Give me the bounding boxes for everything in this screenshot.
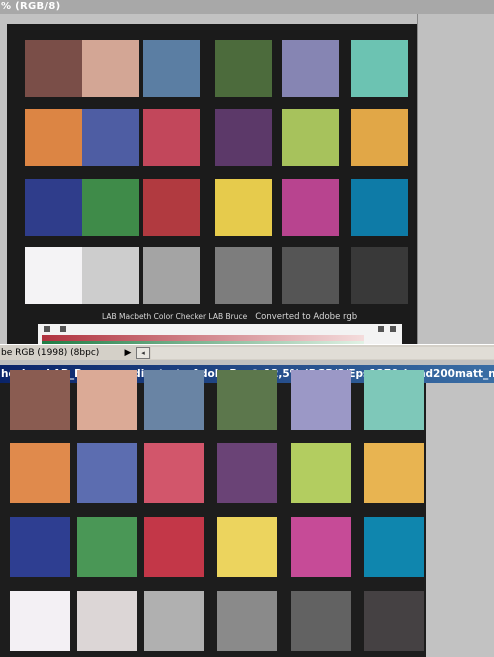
back-image-frame: LAB Macbeth Color Checker LAB Bruce Conve… [7, 24, 417, 347]
color-swatch [82, 247, 139, 304]
color-swatch [217, 591, 277, 651]
color-swatch [351, 109, 408, 166]
color-swatch [364, 443, 424, 503]
color-swatch [364, 591, 424, 651]
color-swatch [215, 40, 272, 97]
color-swatch [215, 179, 272, 236]
color-swatch [282, 247, 339, 304]
color-swatch [291, 370, 351, 430]
color-swatch [291, 517, 351, 577]
color-swatch [364, 370, 424, 430]
registration-mark [378, 326, 384, 332]
back-window-title: % (RGB/8) [1, 1, 61, 12]
color-swatch [143, 40, 200, 97]
color-swatch [215, 109, 272, 166]
color-swatch [364, 517, 424, 577]
color-swatch [217, 517, 277, 577]
color-swatch [25, 179, 82, 236]
color-swatch [77, 443, 137, 503]
color-swatch [82, 109, 139, 166]
status-menu-arrow-icon[interactable]: ▶ [123, 348, 133, 358]
scroll-left-button[interactable]: ◂ [136, 347, 150, 359]
front-window-canvas [0, 370, 494, 657]
color-swatch [10, 591, 70, 651]
color-swatch [77, 370, 137, 430]
color-swatch [351, 40, 408, 97]
color-swatch [144, 370, 204, 430]
color-swatch [351, 179, 408, 236]
color-profile-status: be RGB (1998) (8bpc) [1, 348, 100, 358]
color-swatch [282, 109, 339, 166]
color-swatch [215, 247, 272, 304]
horizontal-scrollbar-track[interactable] [151, 347, 494, 359]
color-swatch [143, 247, 200, 304]
color-swatch [282, 179, 339, 236]
color-swatch [25, 40, 82, 97]
color-swatch [144, 443, 204, 503]
color-swatch [144, 591, 204, 651]
caption-left: LAB Macbeth Color Checker LAB Bruce [102, 312, 248, 321]
color-swatch [143, 109, 200, 166]
color-swatch [282, 40, 339, 97]
color-swatch [144, 517, 204, 577]
registration-mark [44, 326, 50, 332]
color-swatch [143, 179, 200, 236]
color-swatch [10, 443, 70, 503]
registration-mark [60, 326, 66, 332]
color-swatch [351, 247, 408, 304]
back-window-title-bar[interactable]: % (RGB/8) [0, 0, 494, 14]
registration-mark [390, 326, 396, 332]
workspace: % (RGB/8) LAB Macbeth Color Checker LAB … [0, 0, 494, 657]
color-swatch [217, 443, 277, 503]
color-swatch [82, 40, 139, 97]
color-swatch [25, 247, 82, 304]
color-swatch [77, 517, 137, 577]
back-window-status-bar: be RGB (1998) (8bpc) ▶ ◂ [0, 344, 494, 360]
color-swatch [291, 591, 351, 651]
front-color-checker-image [0, 370, 426, 657]
color-swatch [291, 443, 351, 503]
caption-right: Converted to Adobe rgb [255, 312, 358, 322]
color-swatch [10, 370, 70, 430]
color-swatch [217, 370, 277, 430]
color-swatch [25, 109, 82, 166]
back-window-canvas: LAB Macbeth Color Checker LAB Bruce Conve… [0, 14, 418, 347]
back-chart-caption: LAB Macbeth Color Checker LAB Bruce Conve… [102, 311, 382, 323]
back-color-checker-image: LAB Macbeth Color Checker LAB Bruce Conve… [10, 27, 414, 347]
color-swatch [10, 517, 70, 577]
color-swatch [77, 591, 137, 651]
color-swatch [82, 179, 139, 236]
